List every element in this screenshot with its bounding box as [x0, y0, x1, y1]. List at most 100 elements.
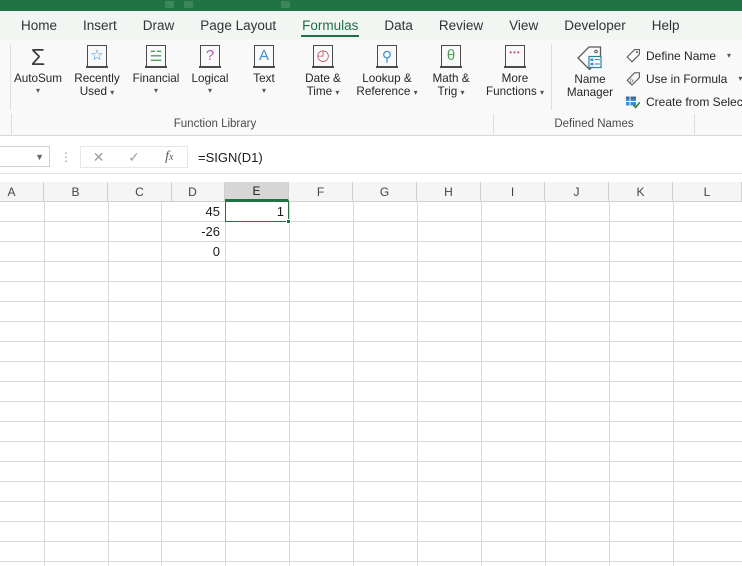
cell-D3[interactable]: 0 [161, 242, 225, 261]
formula-input[interactable] [193, 146, 741, 168]
button-date-time[interactable]: ◴ Date & Time ▾ [291, 40, 355, 116]
quick-access-toolbar[interactable] [165, 1, 290, 8]
row-gridline [0, 261, 742, 262]
row-gridline [0, 381, 742, 382]
column-header-label: J [573, 184, 580, 199]
button-label: Math & [432, 72, 470, 85]
chevron-down-icon[interactable]: ▾ [727, 51, 731, 60]
fx-icon[interactable]: fx [152, 147, 187, 167]
cell-D2[interactable]: -26 [161, 222, 225, 241]
cell-D1[interactable]: 45 [161, 202, 225, 221]
row-gridline [0, 241, 742, 242]
button-label: Text [253, 72, 275, 85]
chevron-down-icon[interactable]: ▾ [335, 88, 339, 97]
tab-developer[interactable]: Developer [551, 11, 639, 40]
column-header-row[interactable]: A B C D E F G H I J K L [0, 182, 742, 202]
column-header-B[interactable]: B [44, 182, 108, 201]
column-header-L[interactable]: L [673, 182, 742, 201]
cancel-x-icon[interactable]: ✕ [81, 147, 116, 167]
button-label: Define Name [646, 48, 717, 63]
button-define-name[interactable]: Define Name ▾ [622, 45, 742, 66]
column-header-H[interactable]: H [417, 182, 481, 201]
column-gridline [417, 202, 418, 566]
column-header-label: G [379, 184, 390, 199]
column-header-label: L [703, 184, 711, 199]
chevron-down-icon[interactable]: ▾ [262, 86, 266, 95]
button-more-functions[interactable]: ••• More Functions ▾ [483, 40, 547, 116]
ribbon-group-label: Function Library [173, 118, 257, 130]
row-gridline [0, 481, 742, 482]
button-label: Use in Formula [646, 71, 728, 86]
tab-data[interactable]: Data [371, 11, 426, 40]
button-math-trig[interactable]: θ Math & Trig ▾ [419, 40, 483, 116]
tab-draw[interactable]: Draw [130, 11, 188, 40]
tab-review[interactable]: Review [426, 11, 496, 40]
chevron-down-icon[interactable]: ▾ [110, 88, 114, 97]
tab-insert[interactable]: Insert [70, 11, 130, 40]
chevron-down-icon[interactable]: ▾ [738, 74, 742, 83]
column-header-D[interactable]: D [161, 182, 225, 201]
chevron-down-icon[interactable]: ▾ [154, 86, 158, 95]
button-label: Recently [74, 72, 120, 85]
row-gridline [0, 341, 742, 342]
title-bar [0, 0, 742, 11]
row-gridline [0, 541, 742, 542]
column-header-E[interactable]: E [225, 182, 289, 201]
tab-page-layout[interactable]: Page Layout [187, 11, 289, 40]
column-header-J[interactable]: J [545, 182, 609, 201]
button-create-from-selection[interactable]: Create from Selection [622, 91, 742, 112]
name-box[interactable]: ▼ [0, 146, 50, 167]
save-icon[interactable] [165, 1, 174, 8]
button-label: AutoSum [13, 72, 63, 85]
star-icon: ☆ [86, 45, 108, 70]
row-gridline [0, 321, 742, 322]
button-lookup-reference[interactable]: ⚲ Lookup & Reference ▾ [355, 40, 419, 116]
tag-fx-icon: fx [626, 71, 640, 86]
fill-handle[interactable] [286, 219, 291, 224]
button-recently-used[interactable]: ☆ Recently Used ▾ [65, 40, 129, 116]
column-header-label: I [510, 184, 515, 199]
chevron-down-icon[interactable]: ▾ [208, 86, 212, 95]
column-header-I[interactable]: I [481, 182, 545, 201]
tab-formulas[interactable]: Formulas [289, 11, 371, 40]
tab-label: Data [384, 18, 413, 33]
chevron-down-icon[interactable]: ▼ [35, 152, 44, 162]
chevron-down-icon[interactable]: ▾ [460, 88, 464, 97]
tab-label: Draw [142, 18, 175, 33]
table-selection-icon [626, 96, 641, 109]
button-use-in-formula[interactable]: fx Use in Formula ▾ [622, 68, 742, 89]
column-header-label: B [71, 184, 80, 199]
column-header-K[interactable]: K [609, 182, 673, 201]
column-header-G[interactable]: G [353, 182, 417, 201]
vertical-dots-icon[interactable]: ⋮ [60, 150, 72, 164]
button-label: Name [574, 73, 606, 86]
enter-check-icon[interactable]: ✓ [116, 147, 151, 167]
button-text[interactable]: A Text ▾ [237, 40, 291, 116]
chevron-down-icon[interactable]: ▾ [36, 86, 40, 95]
button-label: Lookup & [362, 72, 412, 85]
button-logical[interactable]: ? Logical ▾ [183, 40, 237, 116]
column-header-A[interactable]: A [0, 182, 44, 201]
button-name-manager[interactable]: Name Manager [558, 40, 622, 116]
tab-label: Insert [83, 18, 117, 33]
tab-help[interactable]: Help [639, 11, 693, 40]
undo-icon[interactable] [184, 1, 193, 8]
svg-text:fx: fx [630, 77, 635, 84]
formula-bar-buttons: ✕ ✓ fx [80, 146, 188, 168]
excel-window: Home Insert Draw Page Layout Formulas Data Rev… [0, 0, 742, 566]
button-autosum[interactable]: Σ AutoSum ▾ [11, 40, 65, 116]
redo-icon[interactable] [281, 1, 290, 8]
sigma-icon: Σ [30, 44, 46, 70]
tab-home[interactable]: Home [8, 11, 70, 40]
cell-area[interactable]: 45 1 -26 0 [0, 201, 742, 566]
worksheet-grid[interactable]: A B C D E F G H I J K L 45 1 -26 0 [0, 182, 742, 566]
tab-view[interactable]: View [496, 11, 551, 40]
chevron-down-icon[interactable]: ▾ [414, 88, 418, 97]
ribbon-tab-bar[interactable]: Home Insert Draw Page Layout Formulas Data Rev… [0, 11, 742, 40]
column-header-F[interactable]: F [289, 182, 353, 201]
button-financial[interactable]: ☱ Financial ▾ [129, 40, 183, 116]
chevron-down-icon[interactable]: ▾ [540, 88, 544, 97]
row-gridline [0, 421, 742, 422]
tag-icon [626, 48, 640, 63]
cell-E1[interactable]: 1 [225, 202, 289, 221]
